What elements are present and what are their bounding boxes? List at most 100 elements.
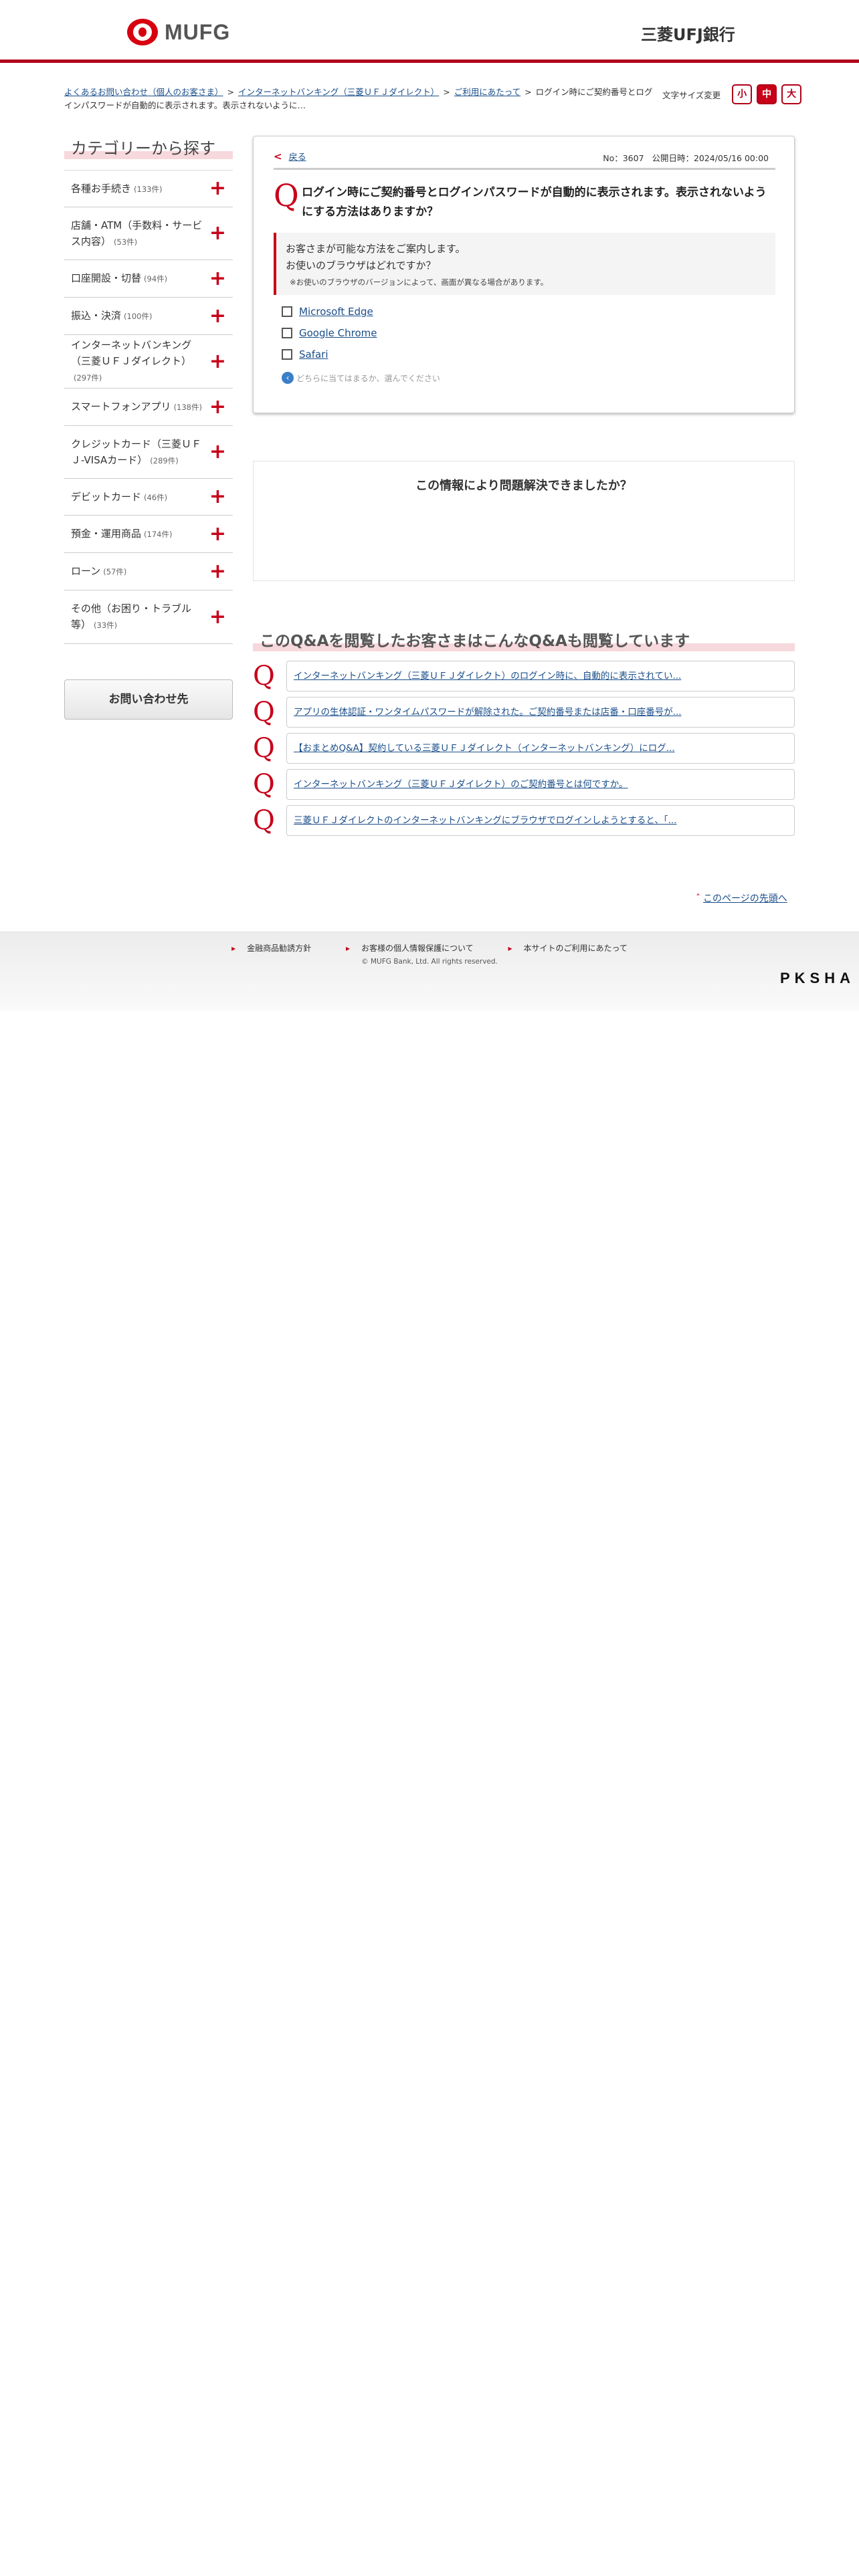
mufg-logo[interactable]: MUFG	[127, 19, 230, 45]
site-header: MUFG 三菱UFJ銀行	[0, 0, 859, 63]
related-link[interactable]: アプリの生体認証・ワンタイムパスワードが解除された。ご契約番号または店番・口座番…	[294, 707, 682, 718]
qa-published-date: 公開日時：2024/05/16 00:00	[652, 153, 769, 163]
question-q-icon: Q	[253, 733, 275, 764]
category-item-transfer[interactable]: 振込・決済 (100件) +	[64, 298, 233, 335]
site-footer: ▸ 金融商品勧誘方針 ▸ お客様の個人情報保護について ▸ 本サイトのご利用にあたって…	[0, 932, 859, 1010]
footer-link-solicitation-policy[interactable]: ▸ 金融商品勧誘方針	[223, 944, 319, 953]
related-item[interactable]: Q 三菱ＵＦＪダイレクトのインターネットバンキングにブラウザでログインしようとす…	[253, 805, 795, 836]
footer-links: ▸ 金融商品勧誘方針 ▸ お客様の個人情報保護について ▸ 本サイトのご利用にあたって	[0, 942, 859, 954]
expand-plus-icon[interactable]: +	[209, 179, 226, 199]
related-link[interactable]: 【おまとめQ&A】契約している三菱ＵＦＪダイレクト（インターネットバンキング）に…	[294, 743, 675, 754]
page-top-link[interactable]: ˆ このページの先頭へ	[696, 891, 787, 905]
related-item[interactable]: Q 【おまとめQ&A】契約している三菱ＵＦＪダイレクト（インターネットバンキング…	[253, 733, 795, 764]
breadcrumb-link-usage[interactable]: ご利用にあたって	[454, 87, 520, 97]
category-item-debit-card[interactable]: デビットカード (46件) +	[64, 479, 233, 516]
choice-google-chrome[interactable]: Google Chrome	[282, 322, 377, 344]
question-title: ログイン時にご契約番号とログインパスワードが自動的に表示されます。表示されないよ…	[302, 186, 767, 219]
category-item-smartphone-app[interactable]: スマートフォンアプリ (138件) +	[64, 389, 233, 426]
font-size-control: 文字サイズ変更 小 中 大	[662, 84, 802, 104]
browser-choices: Microsoft Edge Google Chrome Safari	[282, 301, 377, 365]
feedback-panel: この情報により問題解決できましたか？	[253, 461, 795, 581]
choice-hint: ‹ どちらに当てはまるか、選んでください	[282, 372, 440, 384]
category-item-loan[interactable]: ローン (57件) +	[64, 553, 233, 591]
category-count: (297件)	[74, 373, 102, 383]
related-list: Q インターネットバンキング（三菱ＵＦＪダイレクト）のログイン時に、自動的に表示…	[253, 661, 795, 836]
expand-plus-icon[interactable]: +	[209, 306, 226, 326]
expand-plus-icon[interactable]: +	[209, 487, 226, 507]
breadcrumb: よくあるお問い合わせ（個人のお客さま） > インターネットバンキング（三菱ＵＦＪダイ…	[64, 87, 653, 110]
answer-note: ※お使いのブラウザのバージョンによって、画面が異なる場合があります。	[290, 278, 549, 287]
category-count: (133件)	[134, 184, 163, 194]
question-q-icon: Q	[274, 177, 299, 213]
related-item[interactable]: Q インターネットバンキング（三菱ＵＦＪダイレクト）のログイン時に、自動的に表示…	[253, 661, 795, 691]
expand-plus-icon[interactable]: +	[209, 397, 226, 417]
qa-number: No：3607	[603, 153, 644, 163]
category-count: (57件)	[103, 567, 127, 576]
category-sidebar: カテゴリーから探す 各種お手続き (133件) + 店舗・ATM（手数料・サービス…	[64, 136, 233, 644]
category-item-deposits[interactable]: 預金・運用商品 (174件) +	[64, 516, 233, 553]
footer-link-privacy[interactable]: ▸ お客様の個人情報保護について	[338, 944, 482, 953]
choice-microsoft-edge[interactable]: Microsoft Edge	[282, 301, 377, 322]
font-size-small-button[interactable]: 小	[732, 84, 753, 104]
breadcrumb-link-internet-banking[interactable]: インターネットバンキング（三菱ＵＦＪダイレクト）	[238, 87, 439, 97]
footer-link-terms[interactable]: ▸ 本サイトのご利用にあたって	[500, 944, 635, 953]
category-count: (33件)	[94, 621, 118, 630]
choice-safari[interactable]: Safari	[282, 344, 377, 365]
checkbox[interactable]	[282, 306, 292, 317]
category-item-credit-card[interactable]: クレジットカード（三菱ＵＦＪ-VISAカード） (289件) +	[64, 426, 233, 479]
caret-up-icon: ˆ	[696, 893, 700, 904]
mufg-logo-icon	[127, 19, 158, 45]
pksha-logo: PKSHA	[780, 970, 856, 986]
expand-plus-icon[interactable]: +	[209, 524, 226, 544]
related-link[interactable]: インターネットバンキング（三菱ＵＦＪダイレクト）のログイン時に、自動的に表示され…	[294, 671, 681, 681]
qa-panel: < 戻る No：3607 公開日時：2024/05/16 00:00 Q ログイン…	[253, 136, 795, 413]
breadcrumb-link-faq-personal[interactable]: よくあるお問い合わせ（個人のお客さま）	[64, 87, 223, 97]
related-qa-section: このQ&Aを閲覧したお客さまはこんなQ&Aも閲覧しています Q インターネットバ…	[253, 630, 795, 841]
category-item-internet-banking[interactable]: インターネットバンキング（三菱ＵＦＪダイレクト）(297件) +	[64, 335, 233, 389]
category-count: (138件)	[173, 403, 202, 412]
contact-button[interactable]: お問い合わせ先	[64, 679, 233, 720]
category-item-account-opening[interactable]: 口座開設・切替 (94件) +	[64, 260, 233, 298]
sidebar-title: カテゴリーから探す	[71, 139, 215, 158]
checkbox[interactable]	[282, 349, 292, 360]
related-item[interactable]: Q インターネットバンキング（三菱ＵＦＪダイレクト）のご契約番号とは何ですか。	[253, 769, 795, 800]
related-link[interactable]: 三菱ＵＦＪダイレクトのインターネットバンキングにブラウザでログインしようとすると…	[294, 815, 676, 826]
back-link[interactable]: < 戻る	[274, 150, 306, 163]
category-count: (46件)	[144, 492, 168, 502]
triangle-right-icon: ▸	[508, 944, 512, 953]
question-q-icon: Q	[253, 769, 275, 800]
expand-plus-icon[interactable]: +	[209, 223, 226, 243]
font-size-label: 文字サイズ変更	[662, 90, 721, 100]
chevron-left-icon: <	[274, 150, 282, 163]
category-count: (94件)	[144, 274, 168, 284]
category-item-procedures[interactable]: 各種お手続き (133件) +	[64, 171, 233, 207]
logo-text: MUFG	[165, 19, 231, 44]
category-item-other[interactable]: その他（お困り・トラブル等） (33件) +	[64, 591, 233, 644]
bank-name: 三菱UFJ銀行	[641, 25, 735, 44]
expand-plus-icon[interactable]: +	[209, 268, 226, 288]
expand-plus-icon[interactable]: +	[209, 442, 226, 462]
answer-box: お客さまが可能な方法をご案内します。 お使いのブラウザはどれですか？ ※お使いの…	[274, 233, 775, 295]
checkbox[interactable]	[282, 328, 292, 338]
expand-plus-icon[interactable]: +	[209, 351, 226, 371]
category-list: 各種お手続き (133件) + 店舗・ATM（手数料・サービス内容） (53件) +…	[64, 170, 233, 644]
related-item[interactable]: Q アプリの生体認証・ワンタイムパスワードが解除された。ご契約番号または店番・口…	[253, 697, 795, 728]
answer-question: お使いのブラウザはどれですか？	[286, 259, 436, 272]
related-link[interactable]: インターネットバンキング（三菱ＵＦＪダイレクト）のご契約番号とは何ですか。	[294, 779, 628, 790]
category-count: (53件)	[114, 237, 138, 247]
question-q-icon: Q	[253, 697, 275, 728]
triangle-right-icon: ▸	[345, 944, 350, 953]
feedback-title: この情報により問題解決できましたか？	[415, 479, 632, 493]
answer-intro: お客さまが可能な方法をご案内します。	[286, 243, 466, 255]
category-item-branch-atm[interactable]: 店舗・ATM（手数料・サービス内容） (53件) +	[64, 207, 233, 260]
expand-plus-icon[interactable]: +	[209, 607, 226, 627]
expand-plus-icon[interactable]: +	[209, 561, 226, 581]
choice-link[interactable]: Google Chrome	[299, 327, 377, 339]
choice-link[interactable]: Microsoft Edge	[299, 306, 373, 318]
copyright: © MUFG Bank, Ltd. All rights reserved.	[361, 958, 498, 966]
qa-toolbar: < 戻る No：3607 公開日時：2024/05/16 00:00	[274, 148, 775, 170]
font-size-large-button[interactable]: 大	[781, 84, 802, 104]
font-size-medium-button[interactable]: 中	[757, 84, 777, 104]
question-q-icon: Q	[253, 805, 275, 836]
choice-link[interactable]: Safari	[299, 348, 328, 360]
